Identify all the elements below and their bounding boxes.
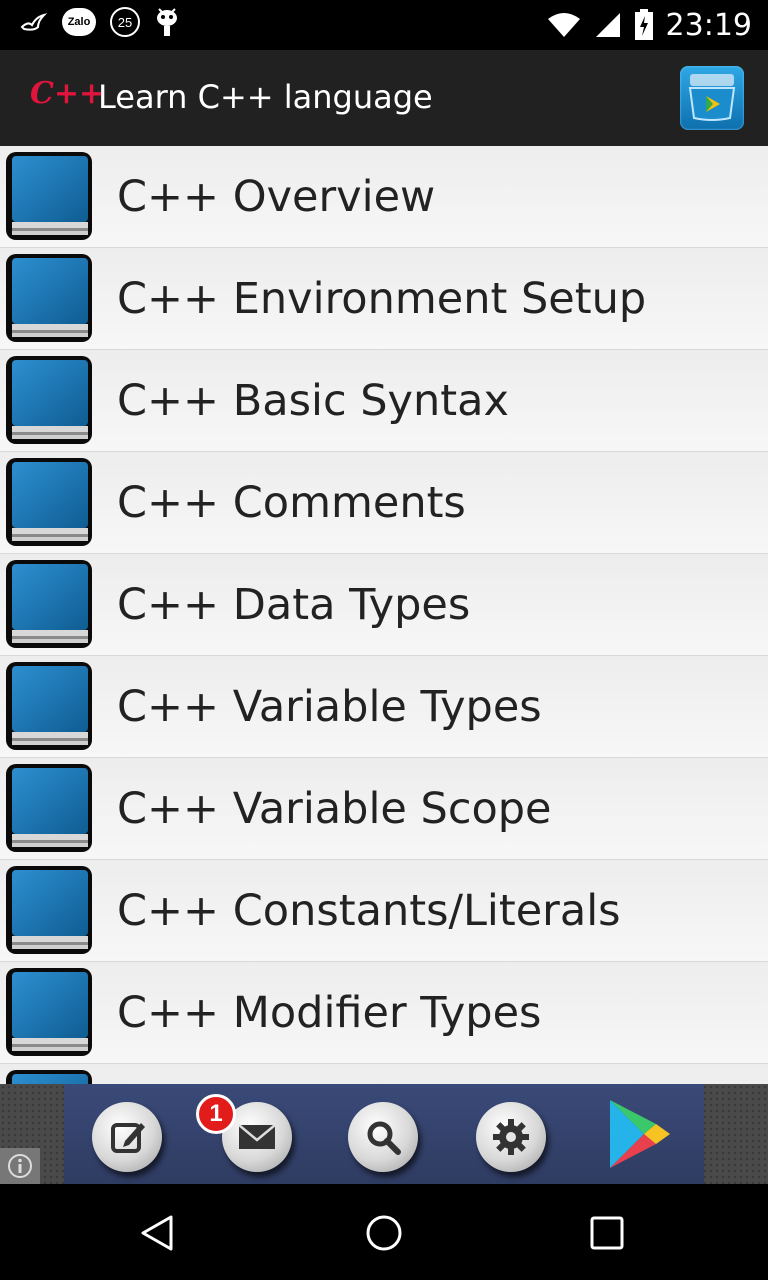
clock: 23:19	[665, 7, 752, 43]
bird-icon	[20, 13, 48, 31]
lesson-label: C++ Modifier Types	[117, 988, 542, 1038]
book-icon	[4, 660, 94, 752]
lesson-label: C++ Comments	[117, 478, 466, 528]
book-icon	[4, 354, 94, 446]
app-logo: C++	[30, 76, 105, 111]
lesson-label: C++ Data Types	[117, 580, 471, 630]
book-icon	[4, 150, 94, 242]
book-icon	[4, 864, 94, 956]
gear-icon	[493, 1119, 529, 1155]
battery-icon	[634, 9, 653, 40]
signal-icon	[595, 13, 620, 37]
play-store-button[interactable]	[604, 1096, 676, 1172]
ad-info-icon[interactable]	[0, 1148, 40, 1184]
back-icon	[141, 1215, 173, 1251]
lesson-label: C++ Basic Syntax	[117, 376, 509, 426]
store-button[interactable]	[680, 66, 744, 130]
edit-icon	[111, 1123, 145, 1153]
recents-icon	[590, 1216, 624, 1250]
lesson-item[interactable]: C++ Modifier Types	[0, 962, 768, 1064]
lesson-item[interactable]: C++ Basic Syntax	[0, 350, 768, 452]
zalo-icon: Zalo	[62, 8, 96, 36]
settings-button[interactable]	[476, 1102, 546, 1172]
lesson-label: C++ Variable Scope	[117, 784, 552, 834]
book-icon	[4, 456, 94, 548]
status-bar: Zalo 25 23:19	[0, 0, 768, 50]
search-button[interactable]	[348, 1102, 418, 1172]
wifi-icon	[547, 13, 580, 37]
lesson-label: C++ Environment Setup	[117, 274, 647, 324]
home-button[interactable]	[359, 1208, 409, 1258]
navigation-bar	[0, 1184, 768, 1280]
android-icon	[157, 8, 177, 36]
ad-content[interactable]	[64, 1084, 704, 1184]
search-icon	[367, 1121, 401, 1155]
lesson-label: C++ Constants/Literals	[117, 886, 621, 936]
lesson-list[interactable]: C++ Overview C++ Environment Setup C++ B…	[0, 146, 768, 1084]
lesson-item[interactable]: C++ Variable Scope	[0, 758, 768, 860]
home-icon	[366, 1215, 402, 1251]
app-title: Learn C++ language	[98, 78, 433, 116]
lesson-item[interactable]: C++ Environment Setup	[0, 248, 768, 350]
book-icon	[4, 558, 94, 650]
store-icon	[688, 74, 736, 121]
notification-count-icon: 25	[110, 7, 140, 37]
status-icons-right: 23:19	[546, 0, 752, 50]
lesson-label: C++ Variable Types	[117, 682, 542, 732]
book-icon	[4, 762, 94, 854]
book-icon	[4, 252, 94, 344]
recents-button[interactable]	[582, 1208, 632, 1258]
lesson-label: C++ Overview	[117, 172, 436, 222]
edit-button[interactable]	[92, 1102, 162, 1172]
play-store-icon	[610, 1100, 670, 1168]
book-icon	[4, 1068, 94, 1084]
lesson-item[interactable]: C++ Data Types	[0, 554, 768, 656]
lesson-item[interactable]: C++ Overview	[0, 146, 768, 248]
mail-icon	[238, 1124, 276, 1149]
lesson-item[interactable]	[0, 1064, 768, 1084]
app-bar: C++ Learn C++ language	[0, 50, 768, 146]
back-button[interactable]	[134, 1208, 184, 1258]
mail-badge: 1	[196, 1094, 236, 1134]
status-icons-left: Zalo 25	[18, 6, 180, 38]
lesson-item[interactable]: C++ Variable Types	[0, 656, 768, 758]
book-icon	[4, 966, 94, 1058]
lesson-item[interactable]: C++ Comments	[0, 452, 768, 554]
lesson-item[interactable]: C++ Constants/Literals	[0, 860, 768, 962]
